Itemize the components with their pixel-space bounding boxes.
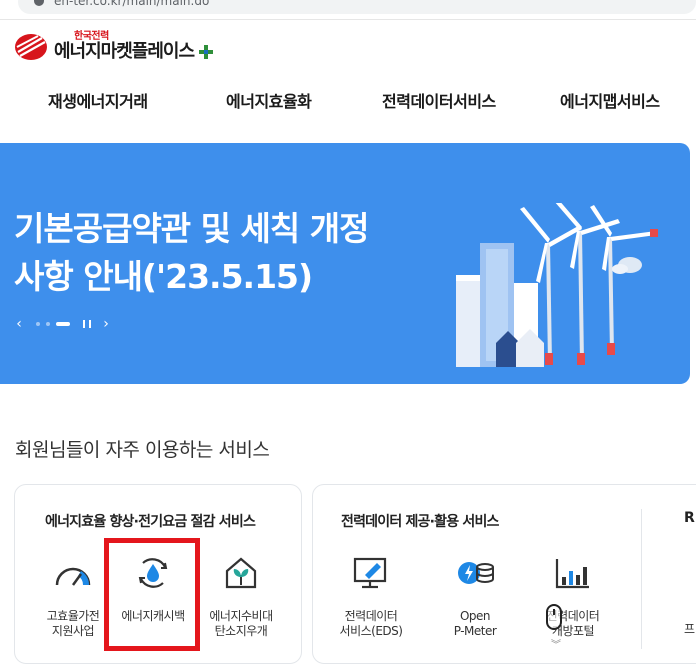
service-item-carbon-eraser[interactable]: 에너지수비대 탄소지우개 bbox=[201, 555, 281, 639]
divider bbox=[641, 509, 642, 649]
slide-dot-active[interactable] bbox=[56, 322, 70, 326]
nav-item-renewable-trade[interactable]: 재생에너지거래 bbox=[48, 88, 148, 112]
chevron-left-icon[interactable]: ‹ bbox=[12, 316, 26, 332]
browser-url-bar[interactable]: en-ter.co.kr/main/main.do bbox=[0, 0, 696, 20]
service-label: 고효율가전 지원사업 bbox=[46, 609, 100, 638]
card-title: 에너지효율 향상·전기요금 절감 서비스 bbox=[45, 514, 256, 530]
plug-plus-icon bbox=[198, 44, 214, 60]
service-item-open-pmeter[interactable]: Open P-Meter bbox=[435, 555, 515, 639]
nav-item-power-data[interactable]: 전력데이터서비스 bbox=[382, 88, 496, 112]
card-title-partial: RE bbox=[684, 510, 696, 526]
url-text[interactable]: en-ter.co.kr/main/main.do bbox=[54, 0, 209, 8]
service-label: Open P-Meter bbox=[453, 609, 497, 638]
bar-chart-icon bbox=[553, 555, 593, 591]
gauge-icon bbox=[53, 555, 93, 591]
nav-item-energy-efficiency[interactable]: 에너지효율화 bbox=[226, 88, 312, 112]
banner-title-line-1: 기본공급약관 및 세칙 개정 bbox=[14, 209, 369, 248]
banner-controls: ‹ › bbox=[12, 315, 113, 333]
service-label: 전력데이터 개방포털 bbox=[546, 609, 600, 638]
logo-site-name: 에너지마켓플레이스 bbox=[54, 41, 195, 62]
service-label-partial[interactable]: 프 bbox=[684, 620, 695, 637]
house-leaf-icon bbox=[221, 555, 261, 591]
slide-dot[interactable] bbox=[36, 322, 40, 326]
service-label: 에너지수비대 탄소지우개 bbox=[209, 609, 273, 638]
service-item-data-portal[interactable]: 전력데이터 개방포털 bbox=[533, 555, 613, 639]
service-item-eds[interactable]: 전력데이터 서비스(EDS) bbox=[331, 555, 411, 639]
main-nav: 재생에너지거래 에너지효율화 전력데이터서비스 에너지맵서비스 bbox=[0, 78, 696, 118]
banner-title-line-2: 사항 안내('23.5.15) bbox=[14, 257, 313, 296]
selection-highlight-box bbox=[104, 538, 200, 651]
service-item-appliance-support[interactable]: 고효율가전 지원사업 bbox=[33, 555, 113, 639]
site-logo[interactable]: 한국전력 에너지마켓플레이스 bbox=[14, 30, 214, 64]
service-label: 전력데이터 서비스(EDS) bbox=[339, 609, 403, 638]
mouse-scroll-cursor-icon bbox=[546, 604, 562, 630]
section-heading: 회원님들이 자주 이용하는 서비스 bbox=[15, 439, 270, 461]
hero-banner[interactable]: 기본공급약관 및 세칙 개정 사항 안내('23.5.15) ‹ › bbox=[0, 143, 690, 384]
banner-title[interactable]: 기본공급약관 및 세칙 개정 사항 안내('23.5.15) bbox=[14, 205, 369, 301]
slide-dot[interactable] bbox=[46, 322, 50, 326]
nav-item-energy-map[interactable]: 에너지맵서비스 bbox=[560, 88, 660, 112]
monitor-pen-icon bbox=[351, 555, 391, 591]
wind-turbine-illustration bbox=[450, 199, 670, 383]
divider bbox=[0, 19, 696, 20]
meter-coin-icon bbox=[455, 555, 495, 591]
card-title: 전력데이터 제공·활용 서비스 bbox=[341, 514, 499, 530]
chevron-right-icon[interactable]: › bbox=[99, 316, 113, 332]
service-card-power-data: 전력데이터 제공·활용 서비스 전력데이터 서비스(EDS) Open P-Me… bbox=[312, 484, 696, 664]
kepco-emblem-icon bbox=[14, 33, 48, 61]
pause-icon[interactable] bbox=[83, 320, 91, 328]
